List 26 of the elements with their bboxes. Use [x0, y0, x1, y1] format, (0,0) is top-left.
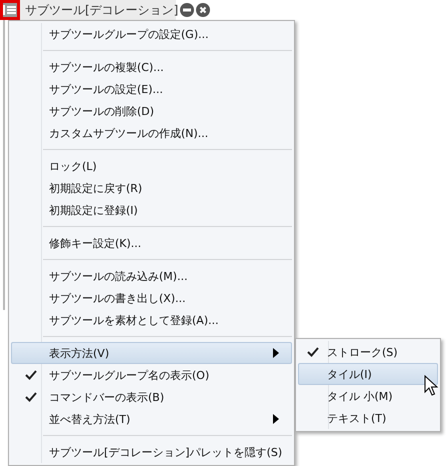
menu-item[interactable]: サブツール[デコレーション]パレットを隠す(S) [11, 441, 292, 463]
menu-item[interactable]: サブツールの書き出し(X)... [11, 287, 292, 309]
menu-item[interactable]: 初期設定に登録(I) [11, 199, 292, 221]
menu-item[interactable]: タイル(I) [298, 363, 438, 385]
menu-item[interactable]: サブツールグループ名の表示(O) [11, 364, 292, 386]
menu-item[interactable]: サブツールの設定(E)... [11, 78, 292, 100]
palette-title: サブツール[デコレーション] [25, 2, 178, 18]
menu-item[interactable]: サブツールを素材として登録(A)... [11, 309, 292, 331]
menu-item[interactable]: 修飾キー設定(K)... [11, 232, 292, 254]
menu-item[interactable]: 並べ替え方法(T) [11, 408, 292, 430]
menu-item[interactable]: サブツールの削除(D) [11, 100, 292, 122]
menu-item[interactable]: 初期設定に戻す(R) [11, 177, 292, 199]
minimize-icon[interactable] [180, 3, 194, 17]
close-icon[interactable] [196, 3, 210, 17]
menu-item[interactable]: ストローク(S) [298, 341, 438, 363]
cursor-icon [424, 375, 438, 397]
menu-item[interactable]: サブツールグループの設定(G)... [11, 23, 292, 45]
palette-menu-button[interactable] [0, 0, 20, 20]
menu-item[interactable]: 表示方法(V) [11, 342, 292, 364]
menu-item[interactable]: サブツールの読み込み(M)... [11, 265, 292, 287]
list-icon [3, 5, 17, 15]
menu-item[interactable]: ロック(L) [11, 155, 292, 177]
menu-item[interactable]: サブツールの複製(C)... [11, 56, 292, 78]
menu-item[interactable]: カスタムサブツールの作成(N)... [11, 122, 292, 144]
menu-item[interactable]: テキスト(T) [298, 407, 438, 429]
menu-item[interactable]: コマンドバーの表示(B) [11, 386, 292, 408]
